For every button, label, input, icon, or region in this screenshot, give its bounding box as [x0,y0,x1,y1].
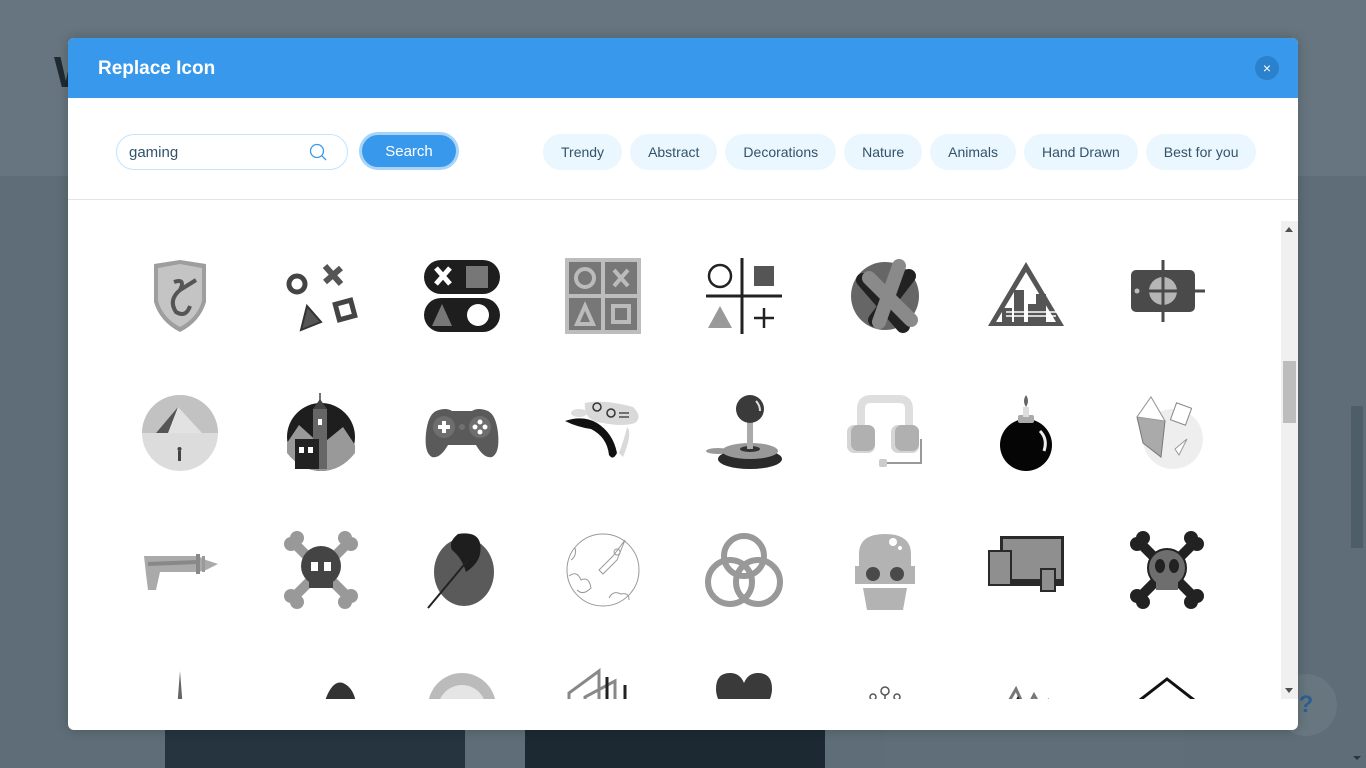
icon-option[interactable] [1127,530,1207,610]
hat-icon [325,682,356,699]
search-button[interactable]: Search [359,132,459,170]
icon-option[interactable] [704,393,784,473]
background-card [525,730,825,768]
category-chip-nature[interactable]: Nature [844,134,923,170]
icon-option[interactable] [845,667,925,699]
icon-option[interactable] [986,667,1066,699]
background-scrollbar [1351,406,1363,548]
dialog-header: Replace Icon × [68,38,1298,98]
icon-option[interactable] [704,256,784,336]
mountains-icon [1008,685,1049,699]
category-chip-animals[interactable]: Animals [930,134,1016,170]
triple-rings-icon [705,533,783,607]
gamepad-icon [425,409,499,458]
lion-icon [428,673,496,699]
skull-crossbones-grey-icon [284,531,358,609]
icon-option[interactable] [281,393,361,473]
category-chip-abstract[interactable]: Abstract [630,134,718,170]
replace-icon-dialog: Replace Icon × Search Trendy Abstract De… [68,38,1298,730]
scroll-down-arrow-icon[interactable] [1285,688,1293,693]
icon-option[interactable] [845,530,925,610]
icon-option[interactable] [563,256,643,336]
background-arrow-icon [1353,756,1361,760]
headset-icon [847,395,922,467]
scrollbar-thumb[interactable] [1283,361,1296,423]
x-ball-icon [851,259,919,333]
heart-icon [716,673,772,699]
joystick-icon [706,395,782,469]
icon-option[interactable] [140,393,220,473]
icon-option[interactable] [563,530,643,610]
icon-option[interactable] [1127,667,1207,699]
rocket-planet-icon [566,533,640,607]
icon-option[interactable] [140,530,220,610]
icon-option[interactable] [281,530,361,610]
icon-option[interactable] [281,256,361,336]
background-card [885,730,1185,768]
category-chip-best-for-you[interactable]: Best for you [1145,134,1257,170]
icon-option[interactable] [422,667,502,699]
icon-option[interactable] [845,256,925,336]
bomb-icon [1000,395,1052,471]
tic-tac-toe-symbols-icon [706,258,782,334]
battle-axe-icon [427,533,494,609]
background-card [165,730,465,768]
close-button[interactable]: × [1255,56,1279,80]
icon-option[interactable] [422,393,502,473]
scroll-up-arrow-icon[interactable] [1285,227,1293,232]
results-scrollbar[interactable] [1281,221,1298,699]
category-chip-trendy[interactable]: Trendy [543,134,623,170]
icon-option[interactable] [563,393,643,473]
controller-buttons-icon [424,260,500,332]
icon-results [68,221,1282,699]
game-symbols-scattered-icon [286,264,358,332]
icon-option[interactable] [563,667,643,699]
tower-icon [177,671,183,699]
icon-option[interactable] [281,667,361,699]
icon-option[interactable] [422,256,502,336]
crosshair-device-icon [1131,260,1205,322]
diamond-outline-icon [1138,677,1196,699]
category-chip-decorations[interactable]: Decorations [725,134,837,170]
category-chips: Trendy Abstract Decorations Nature Anima… [543,134,1257,170]
dragon-shield-icon [154,260,206,332]
icon-option[interactable] [422,530,502,610]
dialog-title: Replace Icon [98,58,216,79]
mustache-controller-icon [565,401,639,458]
crystal-shards-icon [1136,396,1203,469]
search-input[interactable] [129,135,299,169]
lines-building-icon [567,668,627,699]
icon-grid [140,256,1207,699]
icon-option[interactable] [704,667,784,699]
icon-option[interactable] [704,530,784,610]
category-chip-hand-drawn[interactable]: Hand Drawn [1023,134,1138,170]
circuit-nodes-icon [869,686,901,699]
ray-gun-icon [144,554,218,590]
game-symbols-grid-icon [565,258,641,334]
castle-tower-icon [287,393,355,471]
devices-icon [988,536,1064,592]
icon-option[interactable] [986,530,1066,610]
city-pyramid-icon [988,262,1064,326]
search-field[interactable] [116,134,348,170]
icon-option[interactable] [986,256,1066,336]
skull-crossbones-dark-icon [1130,531,1204,609]
pyramid-explorer-icon [142,395,218,471]
icon-option[interactable] [140,667,220,699]
icon-option[interactable] [1127,256,1207,336]
search-icon[interactable] [309,143,327,161]
icon-option[interactable] [140,256,220,336]
icon-option[interactable] [986,393,1066,473]
icon-option[interactable] [1127,393,1207,473]
icon-option[interactable] [845,393,925,473]
robot-head-icon [855,534,915,610]
